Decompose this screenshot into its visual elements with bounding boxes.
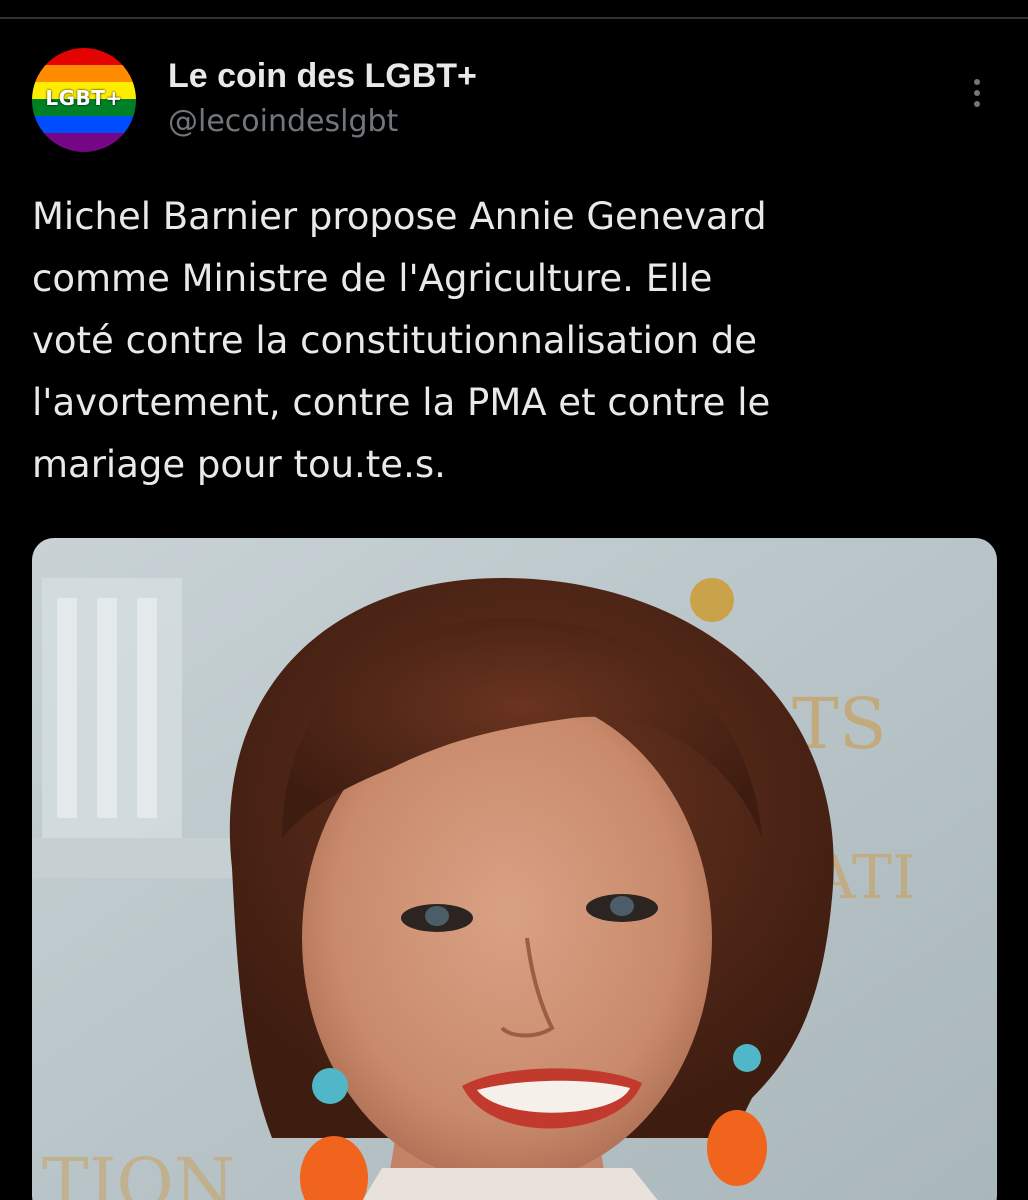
author-handle[interactable]: @lecoindeslgbt xyxy=(168,100,477,144)
more-vertical-icon-dot xyxy=(974,90,980,96)
svg-text:TION: TION xyxy=(42,1143,235,1200)
top-divider xyxy=(0,17,1028,19)
tweet-header: LGBT+ Le coin des LGBT+ @lecoindeslgbt xyxy=(32,48,996,158)
tweet-text: Michel Barnier propose Annie Genevard co… xyxy=(32,195,771,486)
avatar-label: LGBT+ xyxy=(45,86,123,110)
more-vertical-icon-dot xyxy=(974,101,980,107)
avatar[interactable]: LGBT+ xyxy=(32,48,136,152)
more-options-button[interactable] xyxy=(956,72,998,114)
portrait-photo: TS ATI TION xyxy=(32,538,997,1200)
author-display-name[interactable]: Le coin des LGBT+ xyxy=(168,56,477,96)
tweet-photo[interactable]: TS ATI TION xyxy=(32,538,997,1200)
more-vertical-icon xyxy=(974,79,980,85)
author-names: Le coin des LGBT+ @lecoindeslgbt xyxy=(168,56,477,144)
